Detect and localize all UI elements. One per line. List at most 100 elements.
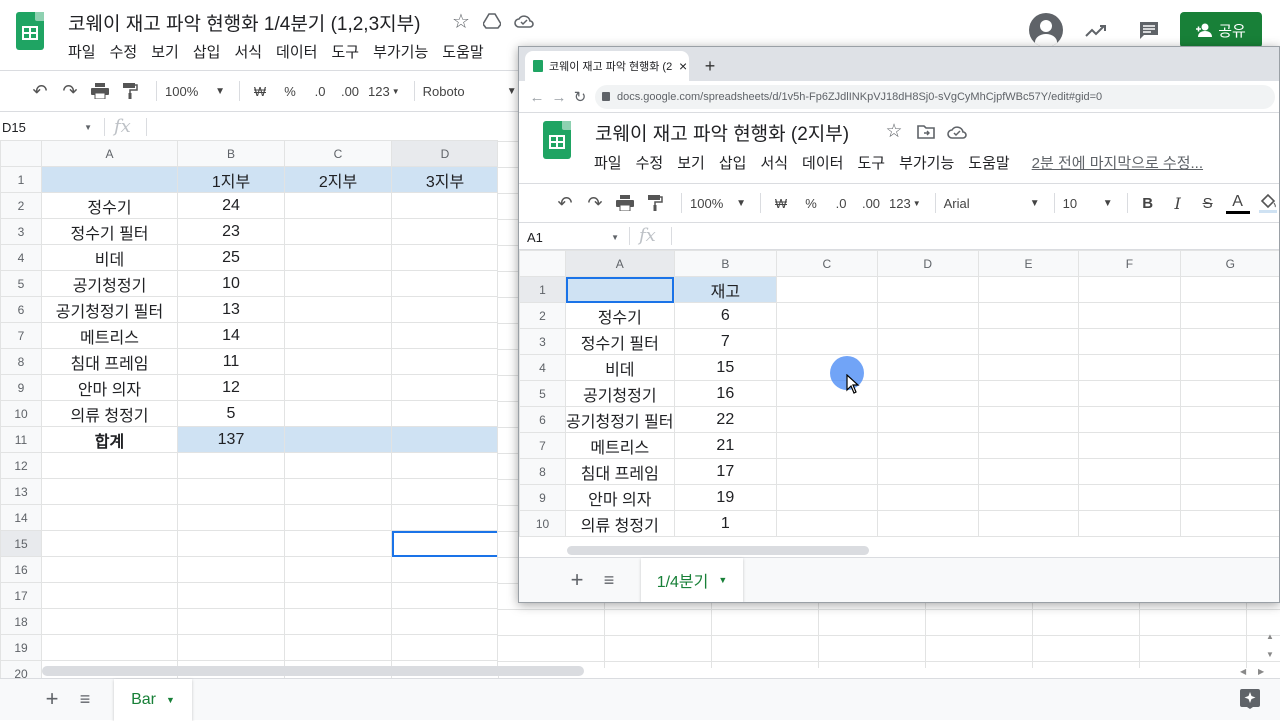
cell-f2[interactable]: [1079, 303, 1180, 329]
all-sheets-icon[interactable]: ≡: [73, 687, 97, 711]
cell-a6[interactable]: 공기청정기 필터: [42, 297, 178, 323]
forward-arrow-icon[interactable]: →: [549, 87, 569, 107]
menu-file[interactable]: 파일: [68, 41, 96, 62]
cell-g10[interactable]: [1180, 511, 1280, 537]
paint-format-icon[interactable]: [643, 189, 667, 217]
column-header-c[interactable]: C: [777, 251, 877, 277]
paint-format-icon[interactable]: [118, 77, 142, 105]
row-header[interactable]: 1: [520, 277, 566, 303]
cell-c8[interactable]: [285, 349, 392, 375]
menu-help[interactable]: 도움말: [968, 152, 1009, 173]
cell-a4[interactable]: 비데: [566, 355, 675, 381]
cell-e6[interactable]: [978, 407, 1078, 433]
cell-b18[interactable]: [178, 609, 285, 635]
reload-icon[interactable]: ↻: [570, 87, 590, 107]
cell-a10[interactable]: 의류 청정기: [566, 511, 675, 537]
row-header[interactable]: 3: [1, 219, 42, 245]
zoom-select[interactable]: 100%▼: [690, 189, 746, 217]
cell-f1[interactable]: [1079, 277, 1180, 303]
menu-view[interactable]: 보기: [677, 152, 705, 173]
cell-a6[interactable]: 공기청정기 필터: [566, 407, 675, 433]
cell-d17[interactable]: [392, 583, 499, 609]
row-header[interactable]: 4: [1, 245, 42, 271]
cell-a16[interactable]: [42, 557, 178, 583]
column-header-d[interactable]: D: [877, 251, 978, 277]
cell-d19[interactable]: [392, 635, 499, 661]
cell-d7[interactable]: [877, 433, 978, 459]
cell-b5[interactable]: 10: [178, 271, 285, 297]
more-formats-button[interactable]: 123▼: [889, 189, 921, 217]
cell-g1[interactable]: [1180, 277, 1280, 303]
cell-a14[interactable]: [42, 505, 178, 531]
cell-g9[interactable]: [1180, 485, 1280, 511]
scroll-up-arrow[interactable]: ▲: [1266, 632, 1274, 641]
row-header[interactable]: 5: [520, 381, 566, 407]
cell-c6[interactable]: [777, 407, 877, 433]
popup-document-title[interactable]: 코웨이 재고 파악 현행화 (2지부): [595, 119, 849, 146]
more-formats-button[interactable]: 123▼: [368, 77, 400, 105]
cell-b9[interactable]: 19: [674, 485, 777, 511]
last-edit-link[interactable]: 2분 전에 마지막으로 수정...: [1032, 152, 1203, 173]
cell-g3[interactable]: [1180, 329, 1280, 355]
italic-button[interactable]: I: [1166, 189, 1190, 217]
close-tab-icon[interactable]: ×: [679, 58, 687, 74]
cell-g4[interactable]: [1180, 355, 1280, 381]
cell-a4[interactable]: 비데: [42, 245, 178, 271]
fill-color-icon[interactable]: [1256, 189, 1280, 217]
cell-b19[interactable]: [178, 635, 285, 661]
cell-e10[interactable]: [978, 511, 1078, 537]
row-header[interactable]: 7: [1, 323, 42, 349]
new-tab-icon[interactable]: +: [699, 55, 721, 77]
cell-d8[interactable]: [392, 349, 499, 375]
name-box[interactable]: D15▼: [0, 116, 98, 138]
cell-f4[interactable]: [1079, 355, 1180, 381]
cell-e9[interactable]: [978, 485, 1078, 511]
cell-f9[interactable]: [1079, 485, 1180, 511]
cell-e5[interactable]: [978, 381, 1078, 407]
cell-b16[interactable]: [178, 557, 285, 583]
cell-a13[interactable]: [42, 479, 178, 505]
cell-d4[interactable]: [877, 355, 978, 381]
add-sheet-icon[interactable]: +: [40, 687, 64, 711]
cell-d10[interactable]: [392, 401, 499, 427]
cell-b14[interactable]: [178, 505, 285, 531]
cell-g7[interactable]: [1180, 433, 1280, 459]
row-header[interactable]: 13: [1, 479, 42, 505]
undo-icon[interactable]: ↶: [553, 189, 577, 217]
cell-b3[interactable]: 23: [178, 219, 285, 245]
cell-a7[interactable]: 메트리스: [42, 323, 178, 349]
column-header-g[interactable]: G: [1180, 251, 1280, 277]
cell-c6[interactable]: [285, 297, 392, 323]
cell-g6[interactable]: [1180, 407, 1280, 433]
back-arrow-icon[interactable]: ←: [527, 87, 547, 107]
cell-f3[interactable]: [1079, 329, 1180, 355]
row-header[interactable]: 6: [1, 297, 42, 323]
cell-c1[interactable]: [777, 277, 877, 303]
column-header-d[interactable]: D: [392, 141, 499, 167]
decrease-decimal-button[interactable]: .0: [308, 77, 332, 105]
cell-b6[interactable]: 22: [674, 407, 777, 433]
cell-d10[interactable]: [877, 511, 978, 537]
percent-format-button[interactable]: %: [799, 189, 823, 217]
name-box[interactable]: A1▼: [527, 226, 623, 248]
cell-d8[interactable]: [877, 459, 978, 485]
increase-decimal-button[interactable]: .00: [338, 77, 362, 105]
scroll-right-arrow[interactable]: ▶: [1258, 667, 1264, 676]
sheet-tab-bar[interactable]: Bar▼: [114, 679, 192, 721]
cell-b12[interactable]: [178, 453, 285, 479]
cell-a19[interactable]: [42, 635, 178, 661]
horizontal-scrollbar[interactable]: [567, 546, 869, 555]
menu-edit[interactable]: 수정: [110, 41, 138, 62]
menu-format[interactable]: 서식: [234, 41, 262, 62]
menu-data[interactable]: 데이터: [276, 41, 317, 62]
cell-c18[interactable]: [285, 609, 392, 635]
cell-c19[interactable]: [285, 635, 392, 661]
row-header[interactable]: 4: [520, 355, 566, 381]
currency-format-button[interactable]: ₩: [248, 77, 272, 105]
cell-c2[interactable]: [777, 303, 877, 329]
cell-c9[interactable]: [777, 485, 877, 511]
row-header[interactable]: 1: [1, 167, 42, 193]
cell-d16[interactable]: [392, 557, 499, 583]
cell-c4[interactable]: [285, 245, 392, 271]
cell-d18[interactable]: [392, 609, 499, 635]
